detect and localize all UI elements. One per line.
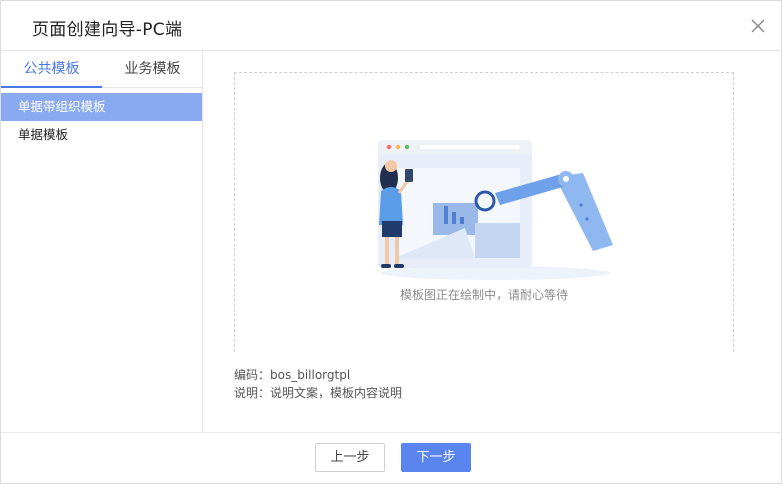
- dialog-title: 页面创建向导-PC端: [32, 20, 183, 40]
- previous-step-button[interactable]: 上一步: [315, 443, 385, 472]
- template-tabs: 公共模板 业务模板: [1, 51, 203, 88]
- list-item[interactable]: 单据模板: [1, 121, 202, 149]
- dialog-header: 页面创建向导-PC端: [1, 1, 782, 51]
- template-panel: 公共模板 业务模板 单据带组织模板 单据模板: [1, 51, 203, 432]
- close-icon[interactable]: [749, 17, 767, 35]
- list-item[interactable]: 单据带组织模板: [1, 93, 202, 121]
- template-description: 说明：说明文案，模板内容说明: [234, 386, 403, 400]
- robot-arm-drawing-illustration: [378, 140, 613, 280]
- preview-caption: 模板图正在绘制中，请耐心等待: [399, 288, 568, 302]
- template-list: 单据带组织模板 单据模板: [1, 93, 202, 149]
- tab-business-templates[interactable]: 业务模板: [102, 51, 203, 88]
- next-step-button[interactable]: 下一步: [401, 443, 471, 472]
- tab-public-templates[interactable]: 公共模板: [1, 51, 102, 88]
- template-code: 编码：bos_billorgtpl: [234, 368, 351, 382]
- dialog-footer: 上一步 下一步: [1, 432, 782, 484]
- page-wizard-dialog: 页面创建向导-PC端 公共模板 业务模板 单据带组织模板 单据模板 模板图正在绘…: [0, 0, 782, 484]
- template-preview: 模板图正在绘制中，请耐心等待: [234, 72, 734, 352]
